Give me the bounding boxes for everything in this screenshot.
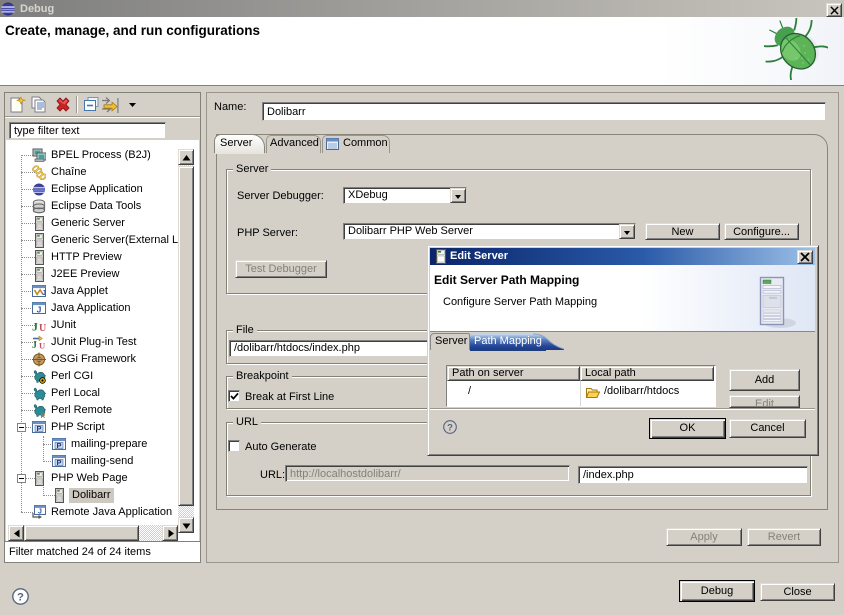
svg-text:P: P [56, 441, 61, 450]
svg-text:U: U [39, 341, 45, 351]
svg-text:?: ? [447, 422, 453, 433]
svg-text:J: J [38, 509, 42, 516]
svg-text:U: U [39, 323, 46, 333]
svg-text:J: J [37, 305, 42, 315]
svg-text:J: J [32, 320, 38, 334]
svg-text:P: P [56, 458, 61, 467]
svg-text:J: J [32, 340, 37, 350]
svg-text:P: P [36, 424, 41, 433]
svg-text:J: J [42, 290, 46, 297]
svg-text:?: ? [17, 591, 24, 603]
svg-text:R: R [41, 413, 46, 418]
